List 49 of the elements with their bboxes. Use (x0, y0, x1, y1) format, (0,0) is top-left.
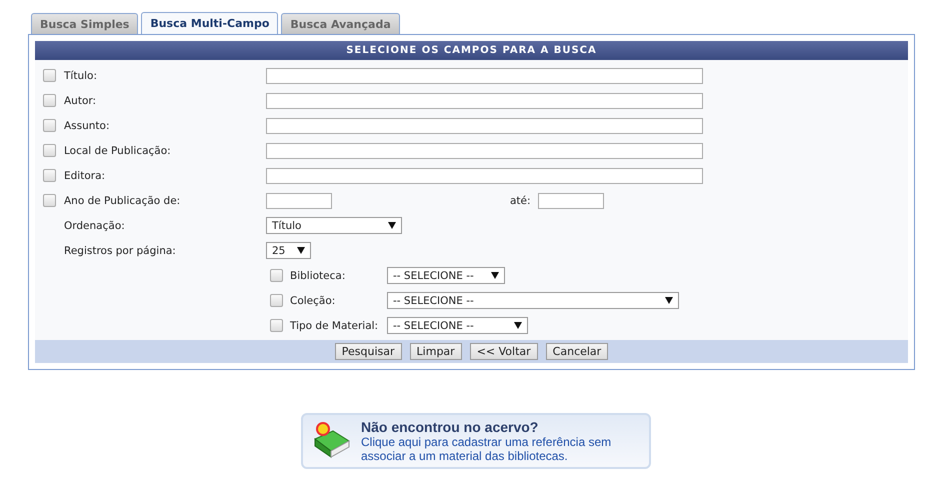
dropdown[interactable]: -- SELECIONE -- (387, 292, 679, 309)
checkbox[interactable] (270, 294, 283, 307)
input-field[interactable] (266, 192, 332, 208)
field-label: Assunto: (64, 120, 111, 132)
dropdown[interactable]: -- SELECIONE -- (387, 267, 505, 284)
caret-icon (388, 222, 396, 229)
tab[interactable]: Busca Avançada (281, 13, 400, 34)
form-button[interactable]: Cancelar (546, 343, 608, 360)
checkbox[interactable] (43, 94, 56, 107)
dropdown[interactable]: -- SELECIONE -- (387, 317, 528, 334)
field-label: Título: (64, 70, 98, 82)
checkbox[interactable] (270, 269, 283, 282)
caret-icon (491, 272, 499, 279)
field-label: até: (510, 194, 532, 206)
input-field[interactable] (266, 168, 703, 184)
form-button[interactable]: Limpar (410, 343, 462, 360)
caret-icon (665, 297, 673, 304)
field-label: Coleção: (290, 294, 336, 306)
form-header: SELECIONE OS CAMPOS PARA A BUSCA (35, 41, 908, 60)
input-field[interactable] (538, 192, 604, 208)
checkbox[interactable] (43, 169, 56, 182)
input-field[interactable] (266, 142, 703, 158)
dropdown[interactable]: 25 (266, 242, 311, 259)
field-label: Tipo de Material: (290, 320, 380, 332)
checkbox[interactable] (43, 144, 56, 157)
checkbox[interactable] (270, 319, 283, 332)
dropdown[interactable]: Título (266, 217, 402, 234)
notice-card[interactable]: Não encontrou no acervo? Clique aqui para cadastrar uma referência sem associar a um material das bibliotecas. (301, 413, 651, 469)
input-field[interactable] (266, 68, 703, 84)
form-button[interactable]: << Voltar (470, 343, 538, 360)
tab[interactable]: Busca Multi-Campo (141, 12, 278, 34)
field-label: Biblioteca: (290, 270, 346, 282)
checkbox[interactable] (43, 69, 56, 82)
tab[interactable]: Busca Simples (31, 13, 138, 34)
field-label: Editora: (64, 170, 106, 182)
notice-title: Não encontrou no acervo? (361, 419, 540, 435)
input-field[interactable] (266, 118, 703, 134)
field-label: Autor: (64, 94, 98, 106)
field-label: Ordenação: (64, 220, 126, 232)
checkbox[interactable] (43, 119, 56, 132)
checkbox[interactable] (43, 194, 56, 207)
caret-icon (514, 322, 522, 329)
notice-link[interactable]: Clique aqui para cadastrar uma referência sem associar a um material das bibliotecas. (361, 435, 649, 463)
field-label: Local de Publicação: (64, 144, 172, 156)
field-label: Registros por página: (64, 244, 177, 256)
input-field[interactable] (266, 92, 703, 108)
caret-icon (297, 247, 305, 254)
field-label: Ano de Publicação de: (64, 194, 182, 206)
form-button[interactable]: Pesquisar (334, 343, 402, 360)
